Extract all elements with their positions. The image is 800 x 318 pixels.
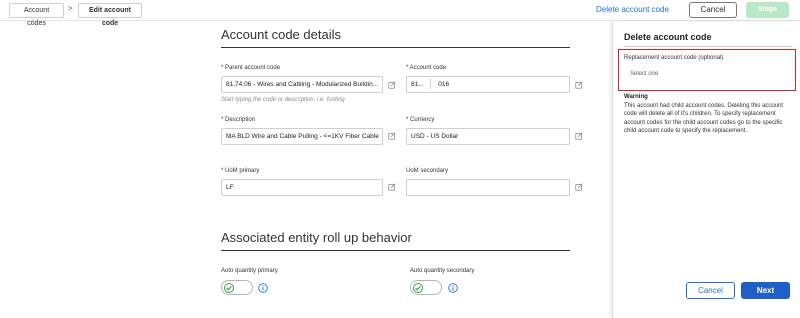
- description-label: * Description: [221, 117, 256, 123]
- top-bar: Account codes > Edit account code Delete…: [0, 0, 800, 27]
- edit-icon[interactable]: [388, 183, 396, 191]
- edit-icon[interactable]: [388, 132, 396, 140]
- uom-secondary-label: UoM secondary: [406, 168, 449, 174]
- toggle-knob: [224, 283, 234, 293]
- replacement-code-label: Replacement account code (optional): [624, 55, 724, 61]
- parent-account-code-input[interactable]: 81.74.06 - Wires and Cabling - Modulariz…: [221, 76, 383, 93]
- warning-title: Warning: [624, 94, 648, 100]
- stage-button[interactable]: Stage: [746, 2, 789, 18]
- edit-icon[interactable]: [388, 81, 396, 89]
- main-content: Account code details * Parent account co…: [0, 22, 612, 318]
- panel-divider: [624, 46, 792, 47]
- prefix-divider: [430, 79, 432, 90]
- account-code-value: 016: [438, 81, 450, 88]
- account-code-prefix: 81...: [411, 81, 424, 88]
- check-icon: [415, 286, 421, 291]
- currency-label: * Currency: [406, 117, 435, 123]
- cancel-button-top[interactable]: Cancel: [689, 2, 737, 18]
- breadcrumb-edit-account-code[interactable]: Edit account code: [78, 3, 142, 27]
- delete-account-code-link[interactable]: Delete account code: [596, 5, 669, 14]
- edit-icon[interactable]: [575, 183, 583, 191]
- check-icon: [226, 286, 232, 291]
- auto-qty-primary-toggle[interactable]: [221, 280, 253, 295]
- auto-qty-primary-label: Auto quantity primary: [221, 268, 278, 274]
- uom-primary-label: * UoM primary: [221, 168, 260, 174]
- rollup-behavior-title: Associated entity roll up behavior: [221, 230, 412, 245]
- auto-qty-secondary-label: Auto quantity secondary: [410, 268, 475, 274]
- uom-primary-input[interactable]: LF: [221, 179, 383, 196]
- warning-text: This account had child account codes. De…: [624, 103, 784, 134]
- account-code-field[interactable]: 81... 016: [406, 76, 570, 93]
- section-divider: [221, 47, 570, 48]
- description-input[interactable]: MA BLD Wire and Cable Pulling - <=1KV Fi…: [221, 128, 383, 145]
- parent-code-hint: Start typing the code or description, i.…: [221, 97, 345, 103]
- cancel-button[interactable]: Cancel: [686, 282, 735, 299]
- edit-icon[interactable]: [575, 81, 583, 89]
- breadcrumb-separator: >: [68, 4, 73, 13]
- toggle-knob: [413, 283, 423, 293]
- replacement-code-select[interactable]: Select one: [624, 66, 789, 83]
- parent-account-code-label: * Parent account code: [221, 65, 281, 71]
- next-button[interactable]: Next: [741, 282, 790, 299]
- account-code-label: * Account code: [406, 65, 447, 71]
- info-icon[interactable]: [448, 283, 458, 293]
- info-icon[interactable]: [258, 283, 268, 293]
- edit-icon[interactable]: [575, 132, 583, 140]
- auto-qty-secondary-toggle[interactable]: [410, 280, 442, 295]
- uom-secondary-input[interactable]: [406, 179, 570, 196]
- account-code-details-title: Account code details: [221, 27, 341, 42]
- section-divider: [221, 250, 570, 251]
- breadcrumb-account-codes[interactable]: Account codes: [9, 3, 64, 27]
- currency-input[interactable]: USD - US Dollar: [406, 128, 570, 145]
- panel-title: Delete account code: [624, 32, 712, 42]
- delete-account-code-panel: Delete account code Replacement account …: [612, 22, 800, 318]
